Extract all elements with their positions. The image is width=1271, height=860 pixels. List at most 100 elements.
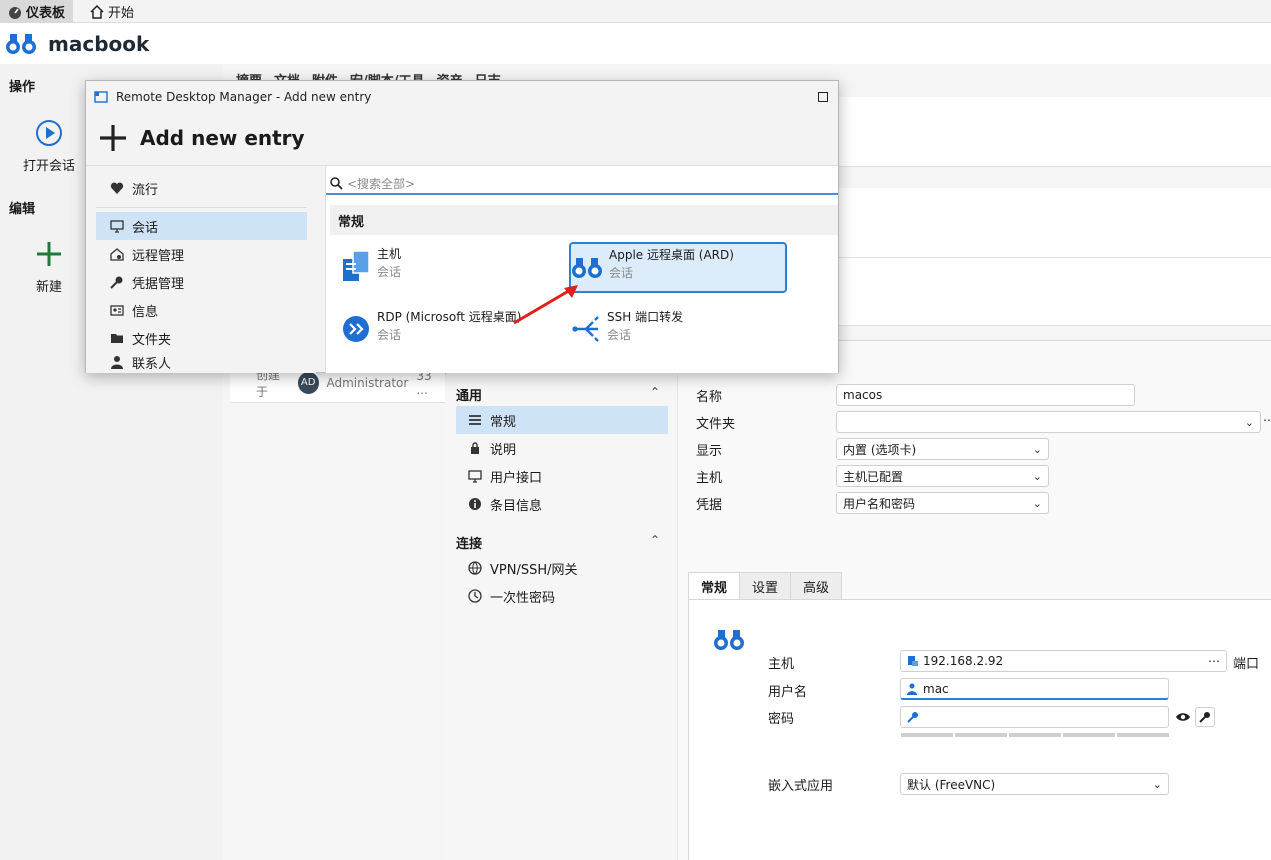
- tab-start[interactable]: 开始: [82, 0, 142, 23]
- user-icon: [907, 683, 917, 695]
- nav-item-vpn[interactable]: VPN/SSH/网关: [456, 554, 668, 582]
- category-remote-management-label: 远程管理: [132, 248, 185, 264]
- binoculars-icon: [6, 34, 36, 54]
- maximize-icon[interactable]: [818, 92, 828, 102]
- plus-icon: [37, 242, 61, 266]
- chevron-down-icon: ⌄: [1244, 415, 1254, 429]
- monitor-icon: [110, 220, 124, 233]
- entry-header: macbook: [0, 24, 1271, 64]
- name-label: 名称: [696, 390, 723, 405]
- subtab-settings[interactable]: 设置: [739, 572, 792, 599]
- credentials-value: 用户名和密码: [843, 496, 916, 511]
- chevron-up-icon[interactable]: ⌃: [650, 385, 660, 399]
- contact-icon: [111, 356, 123, 369]
- home-icon: [90, 4, 104, 19]
- display-label: 显示: [696, 444, 723, 459]
- add-new-entry-dialog: Remote Desktop Manager - Add new entry A…: [85, 80, 839, 373]
- nav-item-entry-info-label: 条目信息: [490, 498, 543, 514]
- more-icon[interactable]: ⋯: [1263, 413, 1271, 427]
- clock-icon: [468, 589, 482, 603]
- nav-item-vpn-label: VPN/SSH/网关: [490, 562, 578, 578]
- created-user: Administrator: [326, 375, 409, 390]
- password-strength-meter: [901, 733, 1169, 737]
- key-wrench-icon: [1199, 712, 1210, 723]
- password-generator-button[interactable]: [1195, 707, 1215, 727]
- monitor-icon: [468, 470, 482, 483]
- dialog-window-title: Remote Desktop Manager - Add new entry: [116, 90, 372, 104]
- dialog-heading: Add new entry: [98, 123, 305, 153]
- page-title: macbook: [48, 32, 150, 56]
- host-select[interactable]: 主机已配置 ⌄: [836, 465, 1049, 487]
- display-select[interactable]: 内置 (选项卡) ⌄: [836, 438, 1049, 460]
- rdp-icon: [343, 316, 369, 342]
- folder-select[interactable]: ⌄: [836, 411, 1261, 433]
- entry-apple-ard[interactable]: Apple 远程桌面 (ARD) 会话: [569, 242, 787, 293]
- key-icon: [110, 276, 123, 289]
- strength-segment: [955, 733, 1007, 737]
- subtab-general[interactable]: 常规: [688, 572, 741, 599]
- username-input[interactable]: mac: [900, 678, 1169, 700]
- open-session-button[interactable]: 打开会话: [9, 119, 89, 174]
- nav-item-description[interactable]: 说明: [456, 434, 668, 462]
- nav-item-description-label: 说明: [490, 442, 517, 458]
- more-icon[interactable]: ⋯: [1208, 654, 1220, 668]
- nav-item-general[interactable]: 常规: [456, 406, 668, 434]
- binoculars-icon: [714, 630, 744, 650]
- entry-host-title: 主机: [377, 247, 402, 261]
- new-label: 新建: [35, 280, 62, 295]
- sub-tabs: 常规 设置 高级: [688, 572, 843, 599]
- tab-start-label: 开始: [108, 6, 135, 21]
- eye-icon: [1176, 713, 1190, 721]
- ard-host-input[interactable]: 192.168.2.92 ⋯: [900, 650, 1227, 672]
- category-session[interactable]: 会话: [96, 212, 307, 240]
- play-icon: [36, 120, 62, 146]
- category-credentials[interactable]: 凭据管理: [96, 268, 307, 296]
- embedded-app-select[interactable]: 默认 (FreeVNC) ⌄: [900, 773, 1169, 795]
- category-contact-label: 联系人: [132, 356, 172, 372]
- show-password-button[interactable]: [1173, 708, 1193, 726]
- chevron-up-icon[interactable]: ⌃: [650, 533, 660, 547]
- subtab-advanced[interactable]: 高级: [790, 572, 843, 599]
- top-tab-bar: 仪表板 开始: [0, 0, 1271, 23]
- nav-general-header[interactable]: 通用: [456, 385, 482, 404]
- nav-item-entry-info[interactable]: 条目信息: [456, 490, 668, 518]
- search-placeholder: <搜索全部>: [347, 177, 416, 191]
- tab-dashboard-label: 仪表板: [26, 6, 66, 21]
- avatar: AD: [297, 371, 319, 394]
- edit-section-title: 编辑: [9, 202, 36, 217]
- search-input[interactable]: <搜索全部>: [326, 174, 838, 195]
- category-remote-management[interactable]: 远程管理: [96, 240, 307, 268]
- name-input[interactable]: macos: [836, 384, 1135, 406]
- category-popular[interactable]: 流行: [96, 174, 307, 202]
- id-card-icon: [110, 305, 124, 316]
- credentials-select[interactable]: 用户名和密码 ⌄: [836, 492, 1049, 514]
- plus-icon: [100, 125, 126, 151]
- category-credentials-label: 凭据管理: [132, 276, 185, 292]
- embedded-app-label: 嵌入式应用: [768, 779, 834, 794]
- tab-dashboard[interactable]: 仪表板: [0, 0, 74, 23]
- entry-ssh-forward[interactable]: SSH 端口转发 会话: [571, 308, 771, 352]
- embedded-app-value: 默认 (FreeVNC): [907, 777, 996, 792]
- actions-section-title: 操作: [9, 80, 36, 95]
- host-value: 主机已配置: [843, 469, 904, 484]
- entry-ssh-title: SSH 端口转发: [607, 310, 684, 324]
- category-contact[interactable]: 联系人: [96, 352, 307, 372]
- entry-group-header: 常规: [330, 205, 838, 235]
- category-folder[interactable]: 文件夹: [96, 324, 307, 352]
- globe-network-icon: [468, 561, 482, 575]
- entry-host-subtitle: 会话: [377, 265, 402, 279]
- password-input[interactable]: [900, 706, 1169, 728]
- nav-item-otp[interactable]: 一次性密码: [456, 582, 668, 610]
- ard-host-value: 192.168.2.92: [923, 654, 1004, 668]
- password-label: 密码: [768, 712, 795, 727]
- divider: [96, 207, 307, 208]
- ard-host-label: 主机: [768, 657, 795, 672]
- new-button[interactable]: 新建: [9, 240, 89, 295]
- category-information[interactable]: 信息: [96, 296, 307, 324]
- nav-item-user-interface[interactable]: 用户接口: [456, 462, 668, 490]
- nav-item-general-label: 常规: [490, 414, 517, 430]
- open-session-label: 打开会话: [22, 159, 75, 174]
- port-label: 端口: [1233, 657, 1260, 672]
- chevron-down-icon: ⌄: [1032, 442, 1042, 456]
- nav-connection-header[interactable]: 连接: [456, 533, 482, 552]
